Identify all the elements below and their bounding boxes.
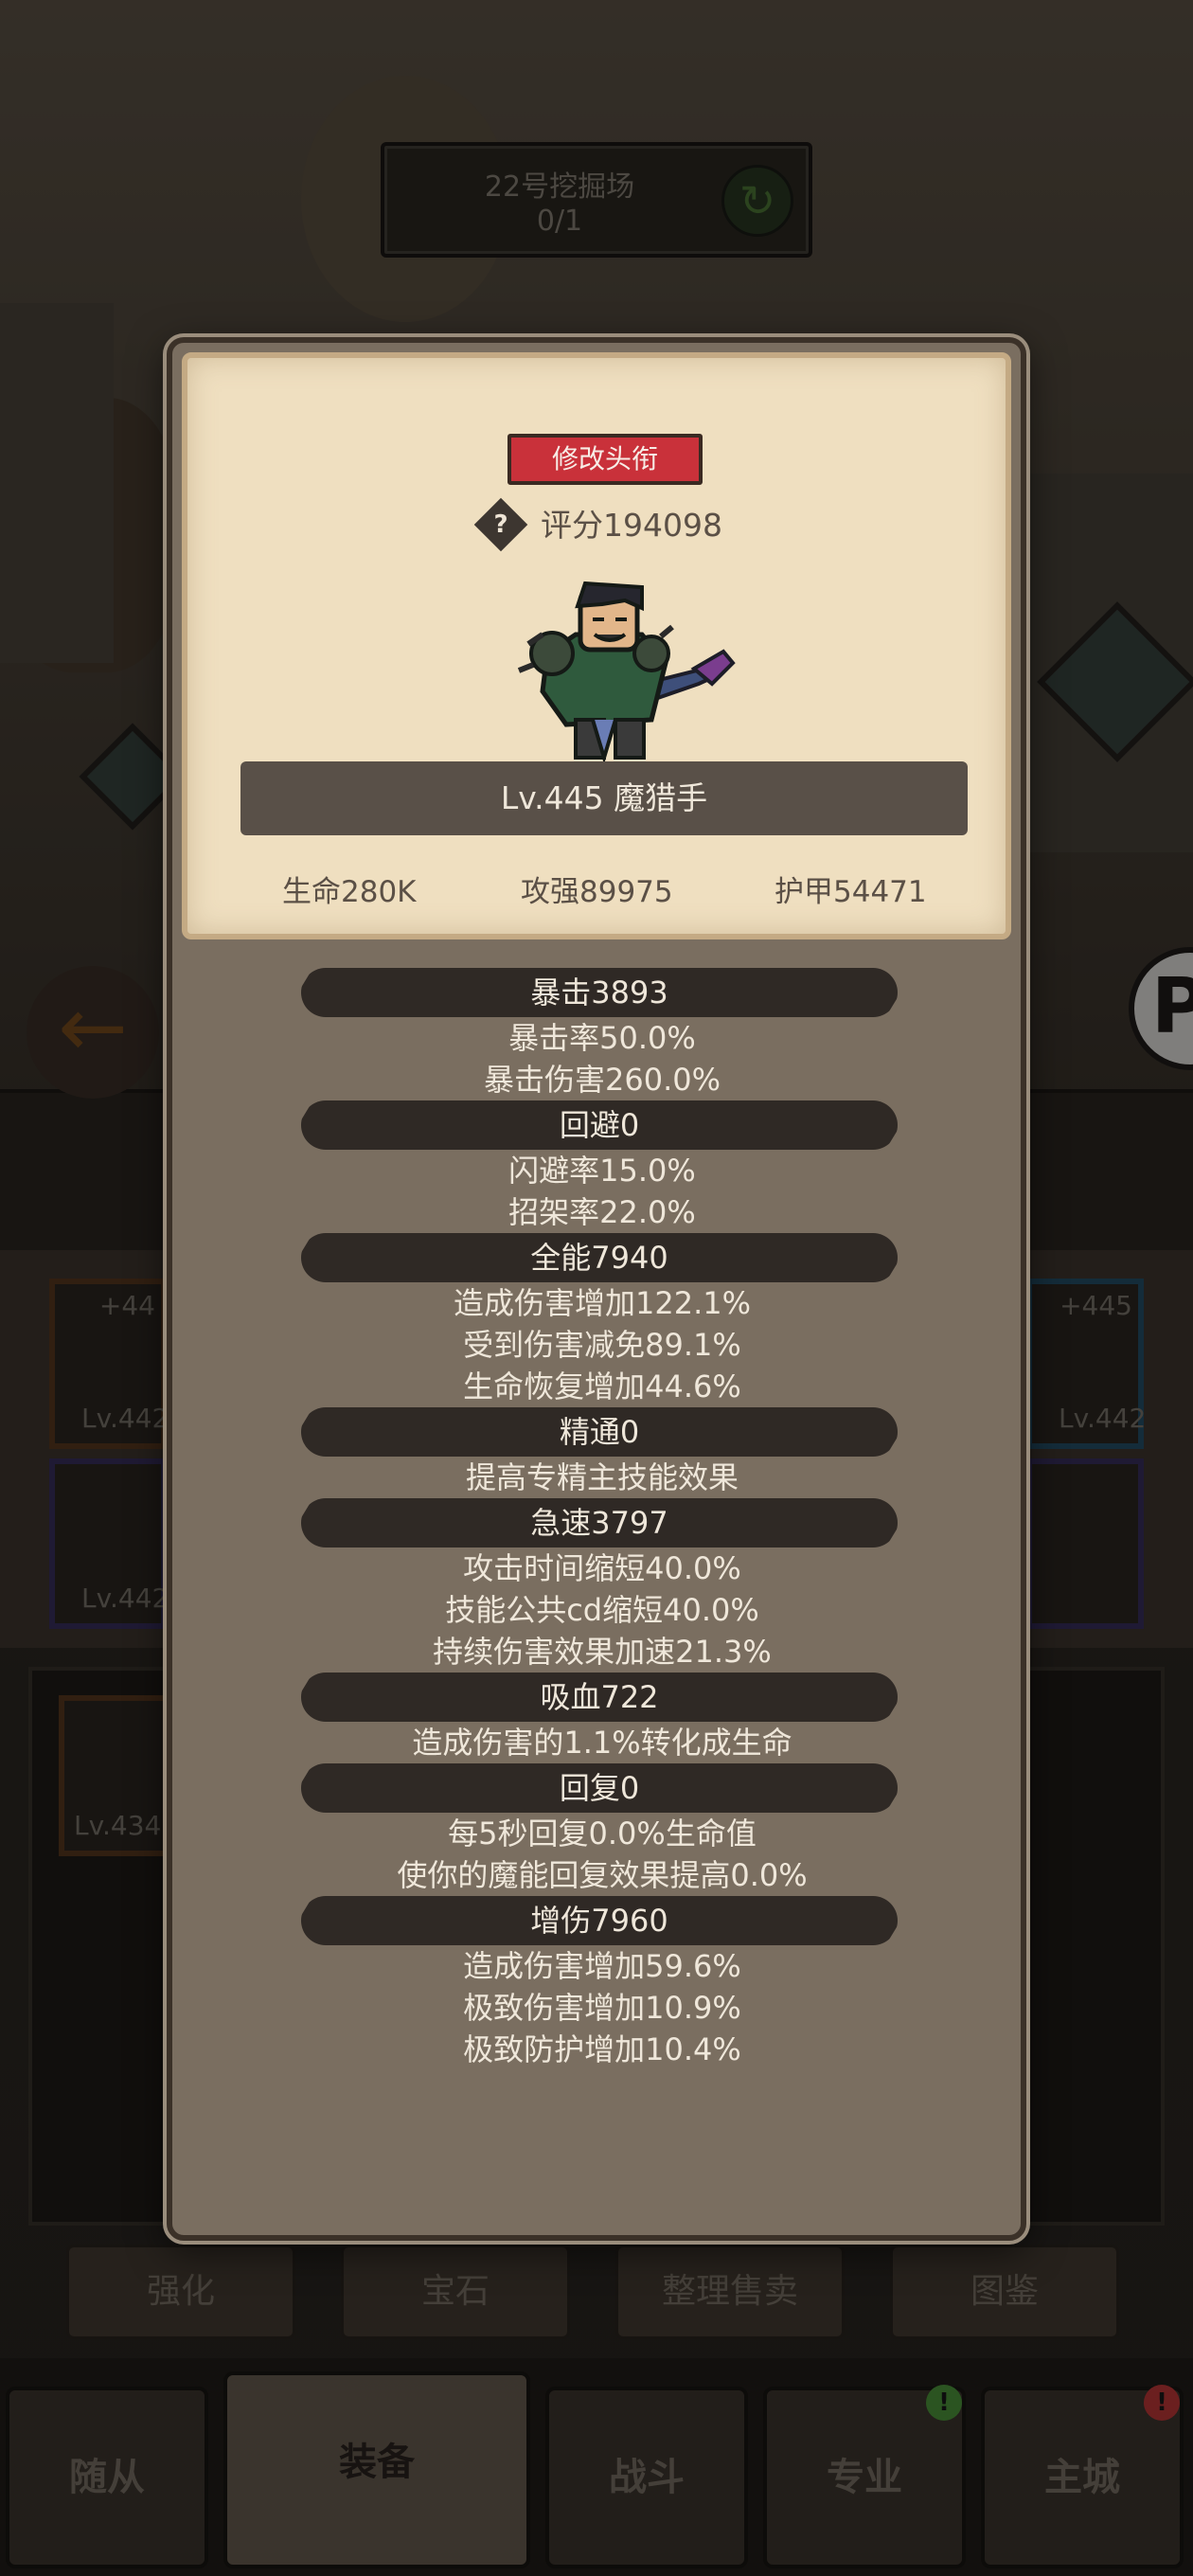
attribute-line: 闪避率15.0% [508,1153,696,1189]
edit-title-button[interactable]: 修改头衔 [507,434,703,485]
attribute-line: 每5秒回复0.0%生命值 [448,1816,757,1852]
help-icon[interactable]: ? [473,497,528,551]
attribute-line: 持续伤害效果加速21.3% [433,1634,772,1670]
stat-attack: 攻强89975 [521,875,673,909]
attribute-line: 使你的魔能回复效果提高0.0% [397,1857,808,1893]
stat-hp: 生命280K [282,875,417,909]
attribute-group-leech: 吸血722 造成伤害的1.1%转化成生命 [172,1673,1032,1763]
attribute-line: 生命恢复增加44.6% [463,1368,741,1404]
score-row: ? 评分194098 [187,497,1017,551]
character-attributes-popup: 修改头衔 ? 评分194098 Lv.445 魔猎手 生命280K 攻强8997… [167,337,1026,2241]
attribute-group-haste: 急速3797 攻击时间缩短40.0% 技能公共cd缩短40.0% 持续伤害效果加… [172,1498,1032,1673]
attribute-line: 攻击时间缩短40.0% [463,1550,741,1586]
attribute-line: 受到伤害减免89.1% [463,1327,741,1363]
attribute-header: 吸血722 [301,1673,898,1722]
attribute-header: 回避0 [301,1100,898,1150]
attribute-line: 暴击率50.0% [508,1020,696,1056]
attribute-group-avoidance: 回避0 闪避率15.0% 招架率22.0% [172,1100,1032,1233]
attribute-header: 全能7940 [301,1233,898,1282]
attribute-group-damage-boost: 增伤7960 造成伤害增加59.6% 极致伤害增加10.9% 极致防护增加10.… [172,1896,1032,2070]
attribute-header: 急速3797 [301,1498,898,1547]
attribute-line: 暴击伤害260.0% [483,1062,721,1098]
attribute-group-mastery: 精通0 提高专精主技能效果 [172,1407,1032,1498]
stat-armor: 护甲54471 [775,875,927,909]
character-name-level: Lv.445 魔猎手 [240,761,968,835]
attribute-line: 造成伤害的1.1%转化成生命 [412,1725,792,1761]
character-card: 修改头衔 ? 评分194098 Lv.445 魔猎手 生命280K 攻强8997… [182,352,1011,939]
attribute-header: 回复0 [301,1763,898,1813]
attribute-line: 极致伤害增加10.9% [463,1990,741,2026]
attribute-header: 增伤7960 [301,1896,898,1945]
attribute-group-versatility: 全能7940 造成伤害增加122.1% 受到伤害减免89.1% 生命恢复增加44… [172,1233,1032,1407]
attribute-line: 技能公共cd缩短40.0% [445,1592,759,1628]
attribute-header: 精通0 [301,1407,898,1457]
attribute-line: 招架率22.0% [508,1194,696,1230]
attribute-list: 暴击3893 暴击率50.0% 暴击伤害260.0% 回避0 闪避率15.0% … [172,968,1032,2070]
attribute-line: 造成伤害增加59.6% [463,1948,741,1984]
character-avatar [517,581,736,764]
attribute-header: 暴击3893 [301,968,898,1017]
base-stats-row: 生命280K 攻强89975 护甲54471 [187,868,1017,911]
attribute-line: 极致防护增加10.4% [463,2031,741,2067]
attribute-line: 造成伤害增加122.1% [453,1285,752,1321]
attribute-group-regen: 回复0 每5秒回复0.0%生命值 使你的魔能回复效果提高0.0% [172,1763,1032,1896]
score-value: 评分194098 [541,507,722,544]
attribute-line: 提高专精主技能效果 [465,1459,739,1495]
attribute-group-crit: 暴击3893 暴击率50.0% 暴击伤害260.0% [172,968,1032,1100]
